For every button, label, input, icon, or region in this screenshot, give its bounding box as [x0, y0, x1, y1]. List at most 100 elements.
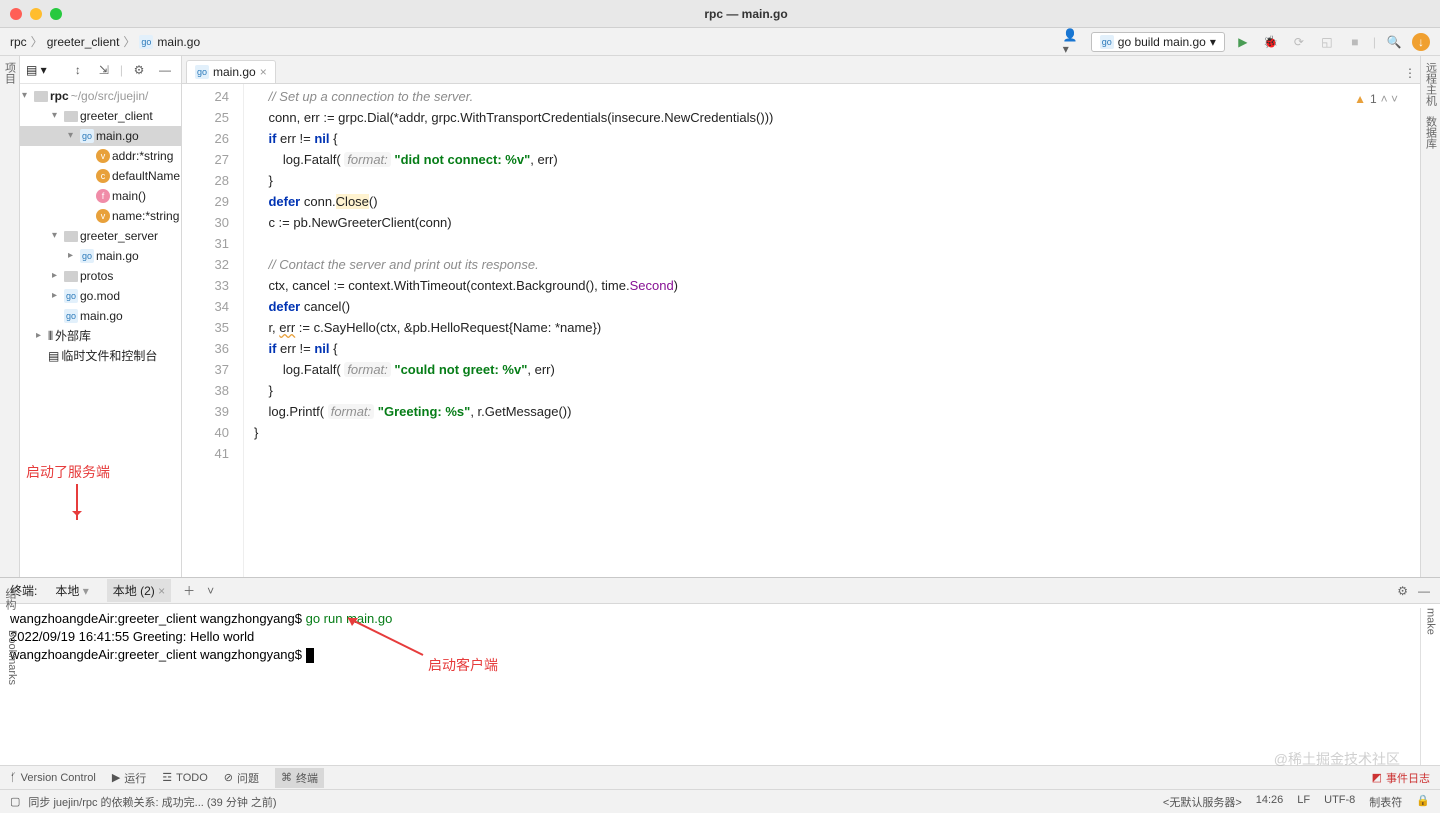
terminal-panel: 终端: 本地 ▾ 本地 (2) × ＋ ˅ ⚙ — 启动客户端 wangzhoa… [0, 577, 1440, 765]
chevron-icon[interactable]: ▸ [68, 246, 78, 266]
terminal-button[interactable]: ⌘ 终端 [275, 768, 324, 788]
make-tab[interactable]: make [1425, 608, 1437, 635]
chevron-icon[interactable]: ▸ [36, 326, 46, 346]
project-tree[interactable]: ▾ rpc ~/go/src/juejin/ ▾greeter_client▾g… [20, 84, 181, 577]
run-button[interactable]: ▶ [1233, 32, 1253, 52]
tree-item-label: main() [112, 186, 146, 206]
db-tab[interactable]: 数据库 [1423, 116, 1439, 149]
tree-item-label: greeter_client [80, 106, 153, 126]
gutter[interactable]: 242526272829303132333435363738394041 [182, 84, 244, 577]
folder-icon [64, 111, 78, 122]
right-toolwindow-stripe[interactable]: 远程主机 数据库 [1420, 56, 1440, 577]
chevron-down-icon[interactable]: ▾ [22, 86, 32, 106]
chevron-down-icon[interactable]: ▾ [83, 584, 89, 598]
breadcrumb-item[interactable]: rpc [10, 35, 27, 49]
close-icon[interactable]: × [158, 584, 165, 598]
tree-item[interactable]: ▾ greeter_client [20, 106, 181, 126]
hide-panel-icon[interactable]: — [1418, 584, 1430, 598]
gear-icon[interactable]: ⚙ [129, 60, 149, 80]
run-config-label: go build main.go [1118, 35, 1206, 49]
editor-more-icon[interactable]: ⋮ [1400, 63, 1420, 83]
hide-panel-icon[interactable]: — [155, 60, 175, 80]
library-icon: ⫴ [48, 326, 53, 346]
run-tool-button[interactable]: ▶ 运行 [112, 770, 146, 786]
close-icon[interactable]: × [260, 65, 267, 79]
gear-icon[interactable]: ⚙ [1397, 584, 1408, 598]
project-select-icon[interactable]: ▤ ▾ [26, 63, 47, 77]
structure-tab[interactable]: 结构 [0, 588, 18, 610]
code-area[interactable]: // Set up a connection to the server. co… [244, 84, 1420, 577]
event-log-button[interactable]: ◩ 事件日志 [1372, 770, 1430, 786]
tree-root[interactable]: ▾ rpc ~/go/src/juejin/ [20, 86, 181, 106]
chevron-right-icon: 〉 [31, 33, 43, 50]
bookmarks-tab[interactable]: Bookmarks [0, 630, 18, 685]
window-title: rpc — main.go [62, 7, 1430, 21]
status-position[interactable]: 14:26 [1256, 794, 1284, 810]
project-panel-header: ▤ ▾ ↕ ⇲ | ⚙ — [20, 56, 181, 84]
breadcrumb[interactable]: rpc 〉 greeter_client 〉 go main.go [10, 33, 200, 50]
project-panel: ▤ ▾ ↕ ⇲ | ⚙ — ▾ rpc ~/go/src/juejin/ ▾gr… [20, 56, 182, 577]
editor-tabs: go main.go × ⋮ [182, 56, 1420, 84]
tree-item-label: main.go [80, 306, 123, 326]
minimize-icon[interactable] [30, 8, 42, 20]
status-server[interactable]: <无默认服务器> [1163, 794, 1242, 810]
inspection-indicator[interactable]: ▲ 1 ˄ ˅ [1354, 92, 1398, 106]
tree-item[interactable]: ▸gogo.mod [20, 286, 181, 306]
tree-item[interactable]: cdefaultName [20, 166, 181, 186]
tree-item[interactable]: ▸gomain.go [20, 246, 181, 266]
status-bar: ▢ 同步 juejin/rpc 的依赖关系: 成功完... (39 分钟 之前)… [0, 789, 1440, 813]
tree-item[interactable]: gomain.go [20, 306, 181, 326]
debug-button[interactable]: 🐞 [1261, 32, 1281, 52]
stop-button[interactable]: ■ [1345, 32, 1365, 52]
chevron-icon[interactable]: ▾ [52, 226, 62, 246]
tree-item[interactable]: vname:*string [20, 206, 181, 226]
tree-item[interactable]: ▾greeter_server [20, 226, 181, 246]
tree-item[interactable]: ▾gomain.go [20, 126, 181, 146]
profiler-button[interactable]: ◱ [1317, 32, 1337, 52]
chevron-icon[interactable]: ▾ [68, 126, 78, 146]
chevron-icon[interactable]: ▾ [52, 106, 62, 126]
lock-icon[interactable]: 🔒 [1416, 794, 1430, 810]
problems-button[interactable]: ⊘ 问题 [224, 770, 259, 786]
todo-button[interactable]: ☲ TODO [162, 771, 207, 784]
go-file-icon: go [80, 249, 94, 263]
maximize-icon[interactable] [50, 8, 62, 20]
terminal-tab[interactable]: 本地 (2) × [107, 579, 171, 602]
left-toolwindow-stripe[interactable]: 项目 [0, 56, 20, 577]
search-icon[interactable]: 🔍 [1384, 32, 1404, 52]
bottom-toolbar: ᚶ Version Control ▶ 运行 ☲ TODO ⊘ 问题 ⌘ 终端 … [0, 765, 1440, 789]
go-file-icon: go [1100, 35, 1114, 49]
close-icon[interactable] [10, 8, 22, 20]
terminal-dropdown-icon[interactable]: ˅ [207, 584, 214, 598]
update-badge[interactable]: ↓ [1412, 33, 1430, 51]
expand-all-icon[interactable]: ⇲ [94, 60, 114, 80]
editor-tab[interactable]: go main.go × [186, 60, 276, 83]
remote-tab[interactable]: 远程主机 [1423, 62, 1439, 106]
add-terminal-button[interactable]: ＋ [183, 582, 195, 599]
tree-item[interactable]: ▸⫴外部库 [20, 326, 181, 346]
select-opened-file-icon[interactable]: ↕ [68, 60, 88, 80]
version-control-button[interactable]: ᚶ Version Control [10, 772, 96, 784]
breadcrumb-item[interactable]: greeter_client [47, 35, 120, 49]
tree-item-label: go.mod [80, 286, 120, 306]
status-encoding[interactable]: UTF-8 [1324, 794, 1355, 810]
go-file-icon: go [64, 309, 78, 323]
tree-item[interactable]: ▸protos [20, 266, 181, 286]
tree-item[interactable]: fmain() [20, 186, 181, 206]
project-tab[interactable]: 项目 [2, 62, 18, 84]
user-icon[interactable]: 👤▾ [1063, 32, 1083, 52]
chevron-icon[interactable]: ▸ [52, 286, 62, 306]
tree-item[interactable]: ▤临时文件和控制台 [20, 346, 181, 366]
coverage-button[interactable]: ⟳ [1289, 32, 1309, 52]
status-indent[interactable]: 制表符 [1369, 794, 1402, 810]
chevron-icon[interactable]: ▸ [52, 266, 62, 286]
terminal-content[interactable]: 启动客户端 wangzhoangdeAir:greeter_client wan… [0, 604, 1440, 765]
status-line-ending[interactable]: LF [1297, 794, 1310, 810]
left-toolwindow-stripe-lower[interactable]: 结构 Bookmarks [0, 588, 18, 765]
tree-item[interactable]: vaddr:*string [20, 146, 181, 166]
breadcrumb-item[interactable]: main.go [157, 35, 200, 49]
terminal-tab[interactable]: 本地 ▾ [49, 579, 94, 602]
run-config-select[interactable]: go go build main.go ▾ [1091, 32, 1225, 52]
chevron-icon[interactable]: ˄ ˅ [1381, 92, 1398, 106]
traffic-lights[interactable] [10, 8, 62, 20]
